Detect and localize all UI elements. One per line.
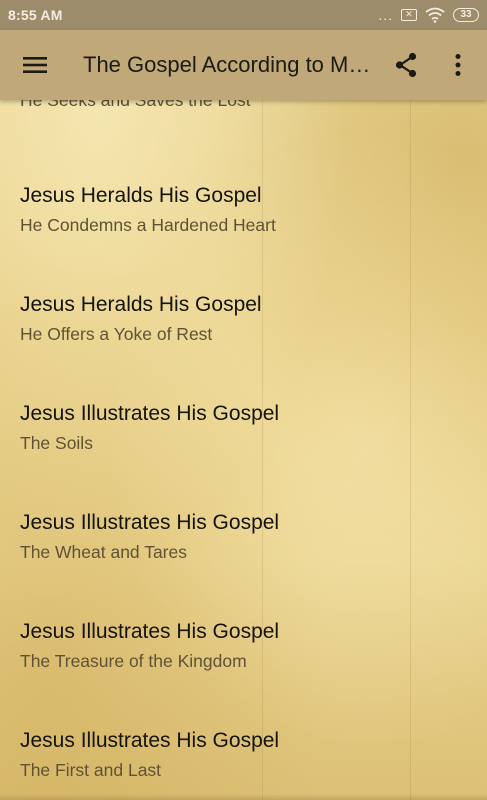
notification-dots: ... bbox=[378, 7, 393, 23]
list-item-title: Jesus Illustrates His Gospel bbox=[20, 729, 280, 752]
battery-icon: 33 bbox=[453, 8, 479, 22]
status-icons: ... ✕ 33 bbox=[378, 7, 479, 23]
list-item[interactable]: Jesus Illustrates His Gospel The Wheat a… bbox=[0, 443, 487, 562]
list-item-title: Jesus Heralds His Gospel bbox=[20, 184, 262, 207]
list-item[interactable]: Jesus Illustrates His Gospel The Treasur… bbox=[0, 552, 487, 671]
list-item[interactable]: He Seeks and Saves the Lost bbox=[0, 100, 487, 116]
chapter-list: He Seeks and Saves the Lost Jesus Herald… bbox=[0, 100, 487, 800]
more-vertical-icon bbox=[455, 54, 461, 76]
more-options-button[interactable] bbox=[434, 37, 482, 93]
list-item-subtitle: He Seeks and Saves the Lost bbox=[20, 100, 251, 110]
list-item-title: Jesus Illustrates His Gospel bbox=[20, 620, 280, 643]
list-item-title: Jesus Illustrates His Gospel bbox=[20, 511, 280, 534]
list-item[interactable]: Jesus Illustrates His Gospel The First a… bbox=[0, 661, 487, 780]
share-button[interactable] bbox=[378, 37, 434, 93]
wifi-icon bbox=[425, 7, 445, 23]
hamburger-menu-icon bbox=[23, 57, 47, 73]
battery-level: 33 bbox=[453, 8, 479, 22]
list-item-title: Jesus Illustrates His Gospel bbox=[20, 402, 280, 425]
list-item-title: Jesus Heralds His Gospel bbox=[20, 293, 262, 316]
list-item[interactable]: Jesus Heralds His Gospel He Offers a Yok… bbox=[0, 225, 487, 344]
no-sim-icon: ✕ bbox=[401, 9, 417, 21]
list-item[interactable]: Jesus Heralds His Gospel He Condemns a H… bbox=[0, 116, 487, 235]
share-icon bbox=[395, 52, 417, 78]
page-title: The Gospel According to Matthew bbox=[83, 52, 378, 77]
list-item-subtitle: The First and Last bbox=[20, 760, 162, 780]
status-time: 8:55 AM bbox=[8, 7, 63, 23]
list-item[interactable]: Jesus Illustrates His Gospel The Soils bbox=[0, 334, 487, 453]
menu-button[interactable] bbox=[7, 37, 63, 93]
bottom-shade bbox=[0, 794, 487, 800]
status-bar: 8:55 AM ... ✕ 33 bbox=[0, 0, 487, 30]
app-bar: The Gospel According to Matthew bbox=[0, 30, 487, 100]
